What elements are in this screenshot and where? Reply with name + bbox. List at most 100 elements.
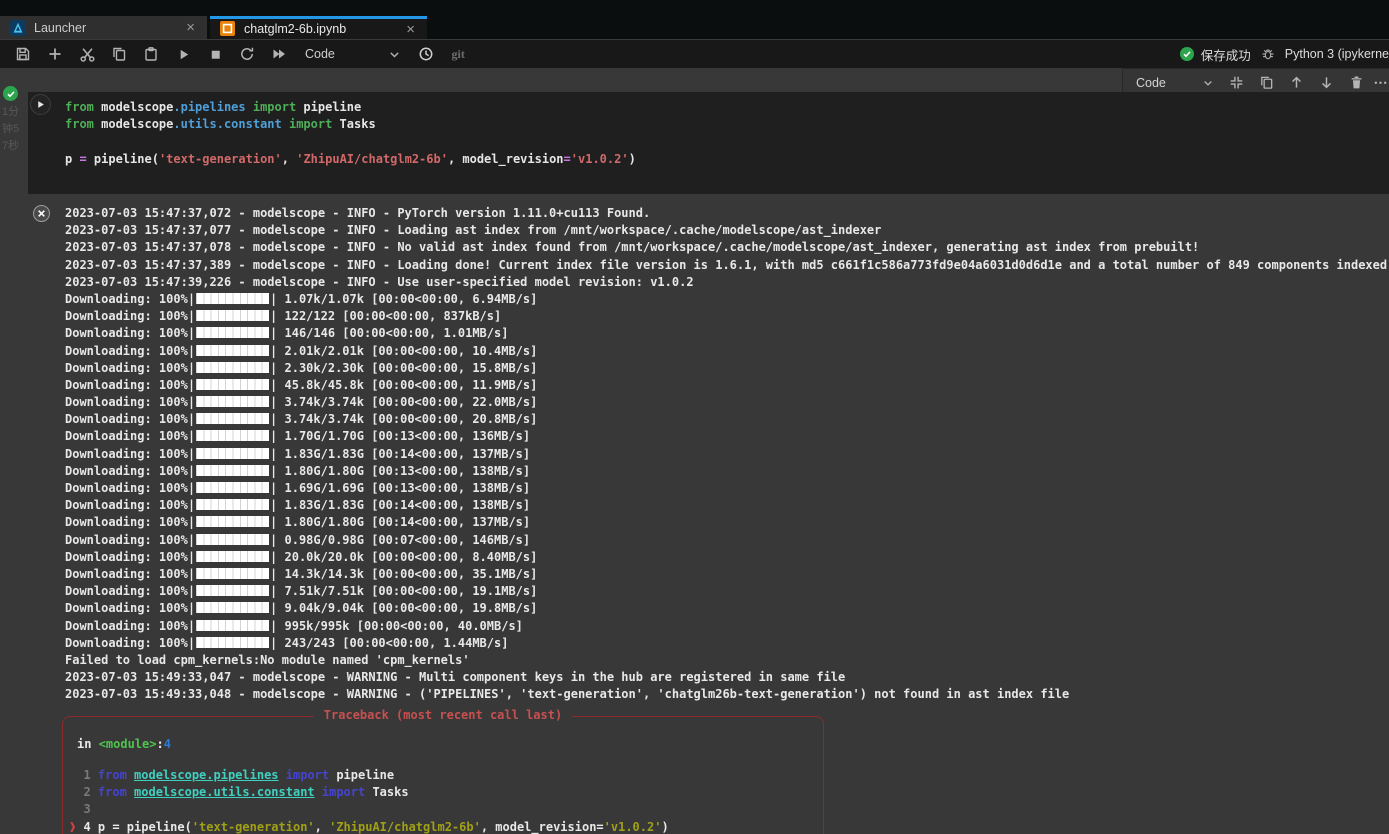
traceback-line: in <module>:4: [77, 737, 171, 751]
delete-cell-button[interactable]: [1348, 74, 1365, 91]
download-progress-line: Downloading: 100%| | 1.80G/1.80G [00:13<0…: [65, 463, 531, 478]
notebook-area: Code ⋯ 1分 钟5 7秒 from modelscope.pipeline…: [0, 68, 1389, 834]
git-label[interactable]: git: [452, 47, 465, 62]
log-line: 2023-07-03 15:49:33,048 - modelscope - W…: [65, 687, 1070, 702]
code-line: p = pipeline('text-generation', 'ZhipuAI…: [65, 151, 636, 166]
progress-bar: [196, 292, 270, 304]
download-progress-line: Downloading: 100%| | 1.70G/1.70G [00:13<0…: [65, 429, 531, 444]
clear-output-button[interactable]: [33, 205, 50, 222]
cell-type-value: Code: [305, 47, 335, 61]
download-progress-line: Downloading: 100%| | 122/122 [00:00<00:00…: [65, 309, 502, 324]
traceback-location: in <module>:4: [77, 736, 171, 753]
cell-type-dropdown[interactable]: Code: [305, 47, 401, 61]
download-progress-line: Downloading: 100%| | 1.80G/1.80G [00:14<0…: [65, 515, 531, 530]
progress-bar: [196, 464, 270, 476]
tab-label: chatglm2-6b.ipynb: [244, 22, 347, 36]
progress-bar: [196, 344, 270, 356]
code-editor[interactable]: from modelscope.pipelines import pipelin…: [65, 99, 636, 168]
save-success-icon: [1179, 47, 1194, 61]
traceback-line: 1 from modelscope.pipelines import pipel…: [69, 768, 395, 782]
progress-bar: [196, 310, 270, 322]
window-top-strip: [0, 0, 1389, 16]
close-tab-icon[interactable]: ×: [184, 20, 197, 35]
restart-run-all-button[interactable]: [271, 46, 288, 63]
progress-bar: [196, 430, 270, 442]
log-line: 2023-07-03 15:47:37,077 - modelscope - I…: [65, 223, 882, 238]
paste-cells-button[interactable]: [143, 46, 160, 63]
progress-bar: [196, 636, 270, 648]
download-progress-line: Downloading: 100%| | 146/146 [00:00<00:00…: [65, 326, 509, 341]
jupyterlab-window: Launcher × chatglm2-6b.ipynb × Code git …: [0, 0, 1389, 834]
restart-kernel-button[interactable]: [239, 46, 256, 63]
log-line: 2023-07-03 15:49:33,047 - modelscope - W…: [65, 670, 846, 685]
save-button[interactable]: [15, 46, 32, 63]
log-line: 2023-07-03 15:47:37,072 - modelscope - I…: [65, 206, 651, 220]
download-progress-line: Downloading: 100%| | 243/243 [00:00<00:00…: [65, 635, 509, 650]
log-line: 2023-07-03 15:47:37,078 - modelscope - I…: [65, 240, 1200, 255]
traceback-line: 3: [69, 802, 98, 817]
duplicate-cell-button[interactable]: [1258, 74, 1275, 91]
kernel-name[interactable]: Python 3 (ipykerne: [1285, 47, 1389, 61]
cell-type-value: Code: [1136, 75, 1166, 90]
cut-cells-button[interactable]: [79, 46, 96, 63]
progress-bar: [196, 327, 270, 339]
chevron-down-icon: [1202, 77, 1214, 89]
download-progress-line: Downloading: 100%| | 1.83G/1.83G [00:14<0…: [65, 498, 531, 513]
traceback-title: Traceback (most recent call last): [313, 708, 573, 722]
interrupt-kernel-button[interactable]: [207, 46, 224, 63]
download-progress-line: Downloading: 100%| | 2.30k/2.30k [00:00<0…: [65, 360, 538, 375]
notebook-icon: [220, 21, 236, 37]
execution-time-line: 钟5: [2, 123, 20, 136]
traceback-code: 1 from modelscope.pipelines import pipel…: [69, 767, 669, 834]
code-line: from modelscope.utils.constant import Ta…: [65, 117, 376, 132]
progress-bar: [196, 516, 270, 528]
tab-notebook[interactable]: chatglm2-6b.ipynb ×: [210, 16, 427, 39]
notebook-toolbar: Code git 保存成功 Python 3 (ipykerne: [0, 40, 1389, 68]
move-cell-up-button[interactable]: [1288, 74, 1305, 91]
progress-bar: [196, 533, 270, 545]
log-line: 2023-07-03 15:47:39,226 - modelscope - I…: [65, 274, 694, 289]
tab-bar: Launcher × chatglm2-6b.ipynb ×: [0, 16, 1389, 40]
code-cell[interactable]: from modelscope.pipelines import pipelin…: [28, 92, 1389, 194]
progress-bar: [196, 378, 270, 390]
run-cell-button[interactable]: [30, 94, 51, 115]
download-progress-line: Downloading: 100%| | 2.01k/2.01k [00:00<0…: [65, 343, 538, 358]
move-cell-down-button[interactable]: [1318, 74, 1335, 91]
download-progress-line: Downloading: 100%| | 3.74k/3.74k [00:00<0…: [65, 412, 538, 427]
download-progress-line: Downloading: 100%| | 3.74k/3.74k [00:00<0…: [65, 395, 538, 410]
progress-bar: [196, 361, 270, 373]
download-progress-line: Downloading: 100%| | 0.98G/0.98G [00:07<0…: [65, 532, 531, 547]
insert-cell-button[interactable]: [47, 46, 64, 63]
copy-cells-button[interactable]: [111, 46, 128, 63]
log-warning-lines: Failed to load cpm_kernels:No module nam…: [65, 652, 1387, 704]
run-button[interactable]: [175, 46, 192, 63]
download-progress-line: Downloading: 100%| | 14.3k/14.3k [00:00<0…: [65, 566, 538, 581]
tab-launcher[interactable]: Launcher ×: [0, 16, 207, 39]
log-line: 2023-07-03 15:47:37,389 - modelscope - I…: [65, 257, 1388, 272]
jupyterlab-logo-icon: [10, 19, 26, 36]
download-progress-line: Downloading: 100%| | 7.51k/7.51k [00:00<0…: [65, 584, 538, 599]
collapse-cell-button[interactable]: [1228, 74, 1245, 91]
close-tab-icon[interactable]: ×: [404, 22, 417, 37]
progress-bar: [196, 550, 270, 562]
progress-bar: [196, 602, 270, 614]
tab-label: Launcher: [34, 20, 87, 35]
more-actions-button[interactable]: ⋯: [1374, 74, 1389, 91]
download-progress-line: Downloading: 100%| | 20.0k/20.0k [00:00<0…: [65, 549, 538, 564]
cell-type-dropdown[interactable]: Code: [1136, 76, 1214, 90]
progress-bar: [196, 447, 270, 459]
download-progress-line: Downloading: 100%| | 1.07k/1.07k [00:00<0…: [65, 291, 538, 306]
debugger-bug-icon[interactable]: [1261, 47, 1275, 61]
progress-bar: [196, 619, 270, 631]
progress-bar: [196, 585, 270, 597]
execution-time: 1分 钟5 7秒: [2, 104, 19, 156]
progress-bar: [196, 499, 270, 511]
log-line: Failed to load cpm_kernels:No module nam…: [65, 652, 470, 667]
progress-bar: [196, 396, 270, 408]
download-progress-line: Downloading: 100%| | 9.04k/9.04k [00:00<0…: [65, 601, 538, 616]
download-progress-lines: Downloading: 100%| | 1.07k/1.07k [00:00<0…: [65, 291, 1387, 652]
progress-bar: [196, 413, 270, 425]
history-clock-button[interactable]: [417, 46, 434, 63]
cell-success-icon: [3, 86, 18, 101]
